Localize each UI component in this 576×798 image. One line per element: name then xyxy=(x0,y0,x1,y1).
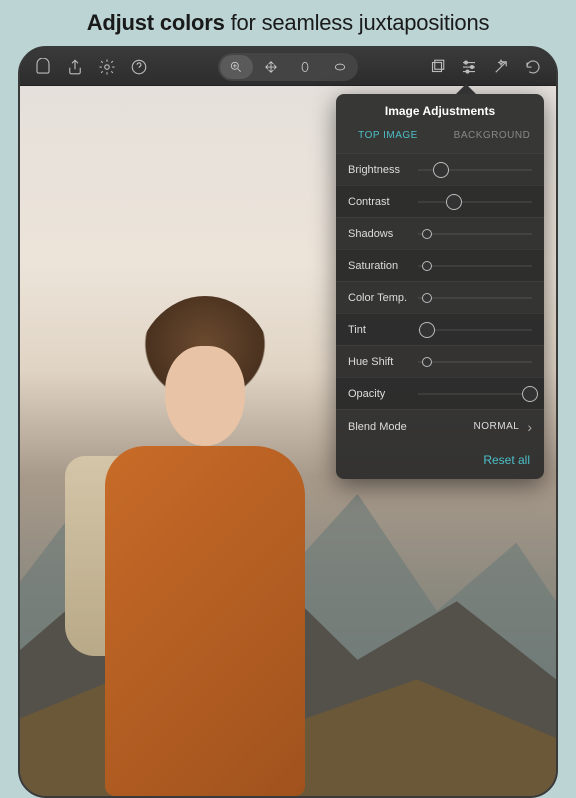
label-opacity: Opacity xyxy=(348,388,418,400)
tab-top-image[interactable]: TOP IMAGE xyxy=(336,126,440,145)
value-blend-mode: NORMAL xyxy=(474,421,520,432)
chevron-right-icon: › xyxy=(527,419,532,435)
row-tint: Tint xyxy=(336,313,544,345)
tab-background[interactable]: BACKGROUND xyxy=(440,126,544,145)
slider-saturation[interactable] xyxy=(418,265,532,267)
row-opacity: Opacity xyxy=(336,377,544,409)
label-brightness: Brightness xyxy=(348,164,418,176)
slider-brightness[interactable] xyxy=(418,169,532,171)
panel-title: Image Adjustments xyxy=(336,94,544,126)
help-icon[interactable] xyxy=(126,54,152,80)
slider-hueshift[interactable] xyxy=(418,361,532,363)
slider-shadows[interactable] xyxy=(418,233,532,235)
row-shadows: Shadows xyxy=(336,217,544,249)
scale-tool[interactable] xyxy=(324,55,357,79)
slider-tint[interactable] xyxy=(418,329,532,331)
slider-colortemp[interactable] xyxy=(418,297,532,299)
zoom-tool[interactable] xyxy=(220,55,253,79)
share-icon[interactable] xyxy=(62,54,88,80)
label-saturation: Saturation xyxy=(348,260,418,272)
row-colortemp: Color Temp. xyxy=(336,281,544,313)
magic-icon[interactable] xyxy=(488,54,514,80)
panel-tabs: TOP IMAGE BACKGROUND xyxy=(336,126,544,153)
popover-pointer xyxy=(456,84,476,94)
row-brightness: Brightness xyxy=(336,153,544,185)
layers-icon[interactable] xyxy=(424,54,450,80)
row-contrast: Contrast xyxy=(336,185,544,217)
label-colortemp: Color Temp. xyxy=(348,292,418,304)
slider-contrast[interactable] xyxy=(418,201,532,203)
label-blend-mode: Blend Mode xyxy=(348,421,474,433)
label-hueshift: Hue Shift xyxy=(348,356,418,368)
slider-opacity[interactable] xyxy=(418,393,532,395)
tablet-frame: Image Adjustments TOP IMAGE BACKGROUND B… xyxy=(18,46,558,798)
canvas-foreground-subject xyxy=(45,276,305,796)
headline-bold: Adjust colors xyxy=(87,10,225,35)
marketing-headline: Adjust colors for seamless juxtaposition… xyxy=(0,0,576,44)
row-hueshift: Hue Shift xyxy=(336,345,544,377)
label-tint: Tint xyxy=(348,324,418,336)
reset-all-button[interactable]: Reset all xyxy=(336,443,544,479)
headline-rest: for seamless juxtapositions xyxy=(225,10,490,35)
image-adjustments-panel: Image Adjustments TOP IMAGE BACKGROUND B… xyxy=(336,94,544,479)
transform-tools xyxy=(218,53,358,81)
move-tool[interactable] xyxy=(255,55,288,79)
app-toolbar xyxy=(20,48,556,86)
adjustments-icon[interactable] xyxy=(456,54,482,80)
undo-icon[interactable] xyxy=(520,54,546,80)
gear-icon[interactable] xyxy=(94,54,120,80)
label-shadows: Shadows xyxy=(348,228,418,240)
row-saturation: Saturation xyxy=(336,249,544,281)
label-contrast: Contrast xyxy=(348,196,418,208)
rotate-tool[interactable] xyxy=(289,55,322,79)
row-blend-mode[interactable]: Blend Mode NORMAL › xyxy=(336,409,544,443)
library-icon[interactable] xyxy=(30,54,56,80)
